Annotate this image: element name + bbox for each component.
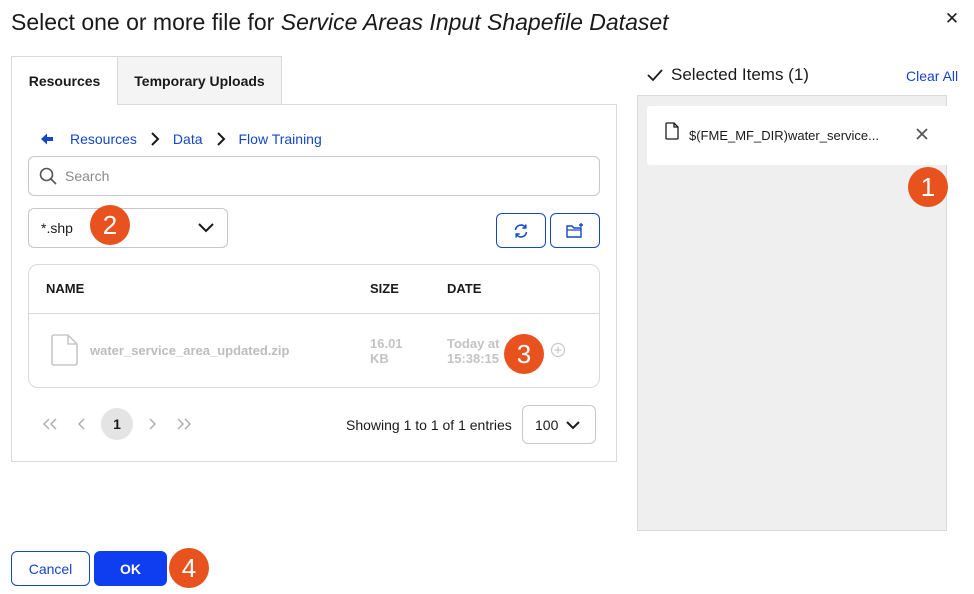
dialog-title: Select one or more file for Service Area… <box>11 9 669 36</box>
ok-button[interactable]: OK <box>94 551 167 586</box>
chevron-down-icon <box>566 421 580 430</box>
remove-icon[interactable] <box>915 127 929 141</box>
breadcrumb: Resources Data Flow Training <box>40 129 322 149</box>
page-number-current[interactable]: 1 <box>101 408 133 440</box>
file-icon <box>51 334 78 366</box>
tab-resources[interactable]: Resources <box>11 56 118 105</box>
file-filter-value: *.shp <box>41 220 73 236</box>
check-icon <box>647 69 663 82</box>
add-circle-icon[interactable] <box>550 342 566 358</box>
column-header-date: DATE <box>447 281 482 296</box>
back-arrow-icon[interactable] <box>40 132 54 146</box>
callout-badge-2: 2 <box>90 205 130 245</box>
callout-badge-3: 3 <box>504 334 544 374</box>
search-box <box>28 156 600 196</box>
dialog-title-dataset: Service Areas Input Shapefile Dataset <box>280 9 669 35</box>
file-size-unit: KB <box>370 351 389 366</box>
dialog-title-prefix: Select one or more file for <box>11 9 281 35</box>
new-folder-icon <box>566 222 583 238</box>
file-date-day: Today at <box>447 336 500 351</box>
selected-items-heading: Selected Items (1) <box>646 65 809 85</box>
refresh-icon <box>514 223 528 238</box>
new-folder-button[interactable] <box>550 213 600 248</box>
callout-badge-4: 4 <box>169 548 209 588</box>
pagination: 1 <box>34 406 200 442</box>
chevron-down-icon <box>198 223 214 233</box>
entries-summary: Showing 1 to 1 of 1 entries <box>346 417 512 433</box>
cancel-button[interactable]: Cancel <box>11 551 90 586</box>
breadcrumb-data[interactable]: Data <box>173 131 203 147</box>
file-icon <box>665 122 679 140</box>
last-page-icon[interactable] <box>168 408 200 440</box>
file-size-value: 16.01 <box>370 336 403 351</box>
per-page-value: 100 <box>535 416 559 433</box>
search-icon <box>39 167 57 185</box>
refresh-button[interactable] <box>496 213 546 248</box>
selected-items-title: Selected Items (1) <box>671 65 809 84</box>
breadcrumb-resources[interactable]: Resources <box>70 131 137 147</box>
file-date-time: 15:38:15 <box>447 351 500 366</box>
chevron-right-icon <box>150 132 160 146</box>
file-name: water_service_area_updated.zip <box>90 343 290 358</box>
selected-item-name: $(FME_MF_DIR)water_service... <box>689 128 879 143</box>
callout-badge-1: 1 <box>908 167 948 207</box>
column-header-name: NAME <box>46 281 85 296</box>
file-date: Today at 15:38:15 <box>447 336 500 366</box>
close-icon[interactable]: ✕ <box>942 9 962 29</box>
clear-all-link[interactable]: Clear All <box>906 68 958 84</box>
per-page-select[interactable]: 100 <box>522 405 596 444</box>
column-header-size: SIZE <box>370 281 399 296</box>
file-size: 16.01 KB <box>370 336 403 366</box>
selected-item: $(FME_MF_DIR)water_service... <box>647 106 950 165</box>
previous-page-icon[interactable] <box>66 408 98 440</box>
tab-temporary-uploads[interactable]: Temporary Uploads <box>117 56 282 105</box>
next-page-icon[interactable] <box>136 408 168 440</box>
first-page-icon[interactable] <box>34 408 66 440</box>
search-input[interactable] <box>65 168 565 184</box>
chevron-right-icon <box>216 132 226 146</box>
breadcrumb-flow-training[interactable]: Flow Training <box>239 131 322 147</box>
